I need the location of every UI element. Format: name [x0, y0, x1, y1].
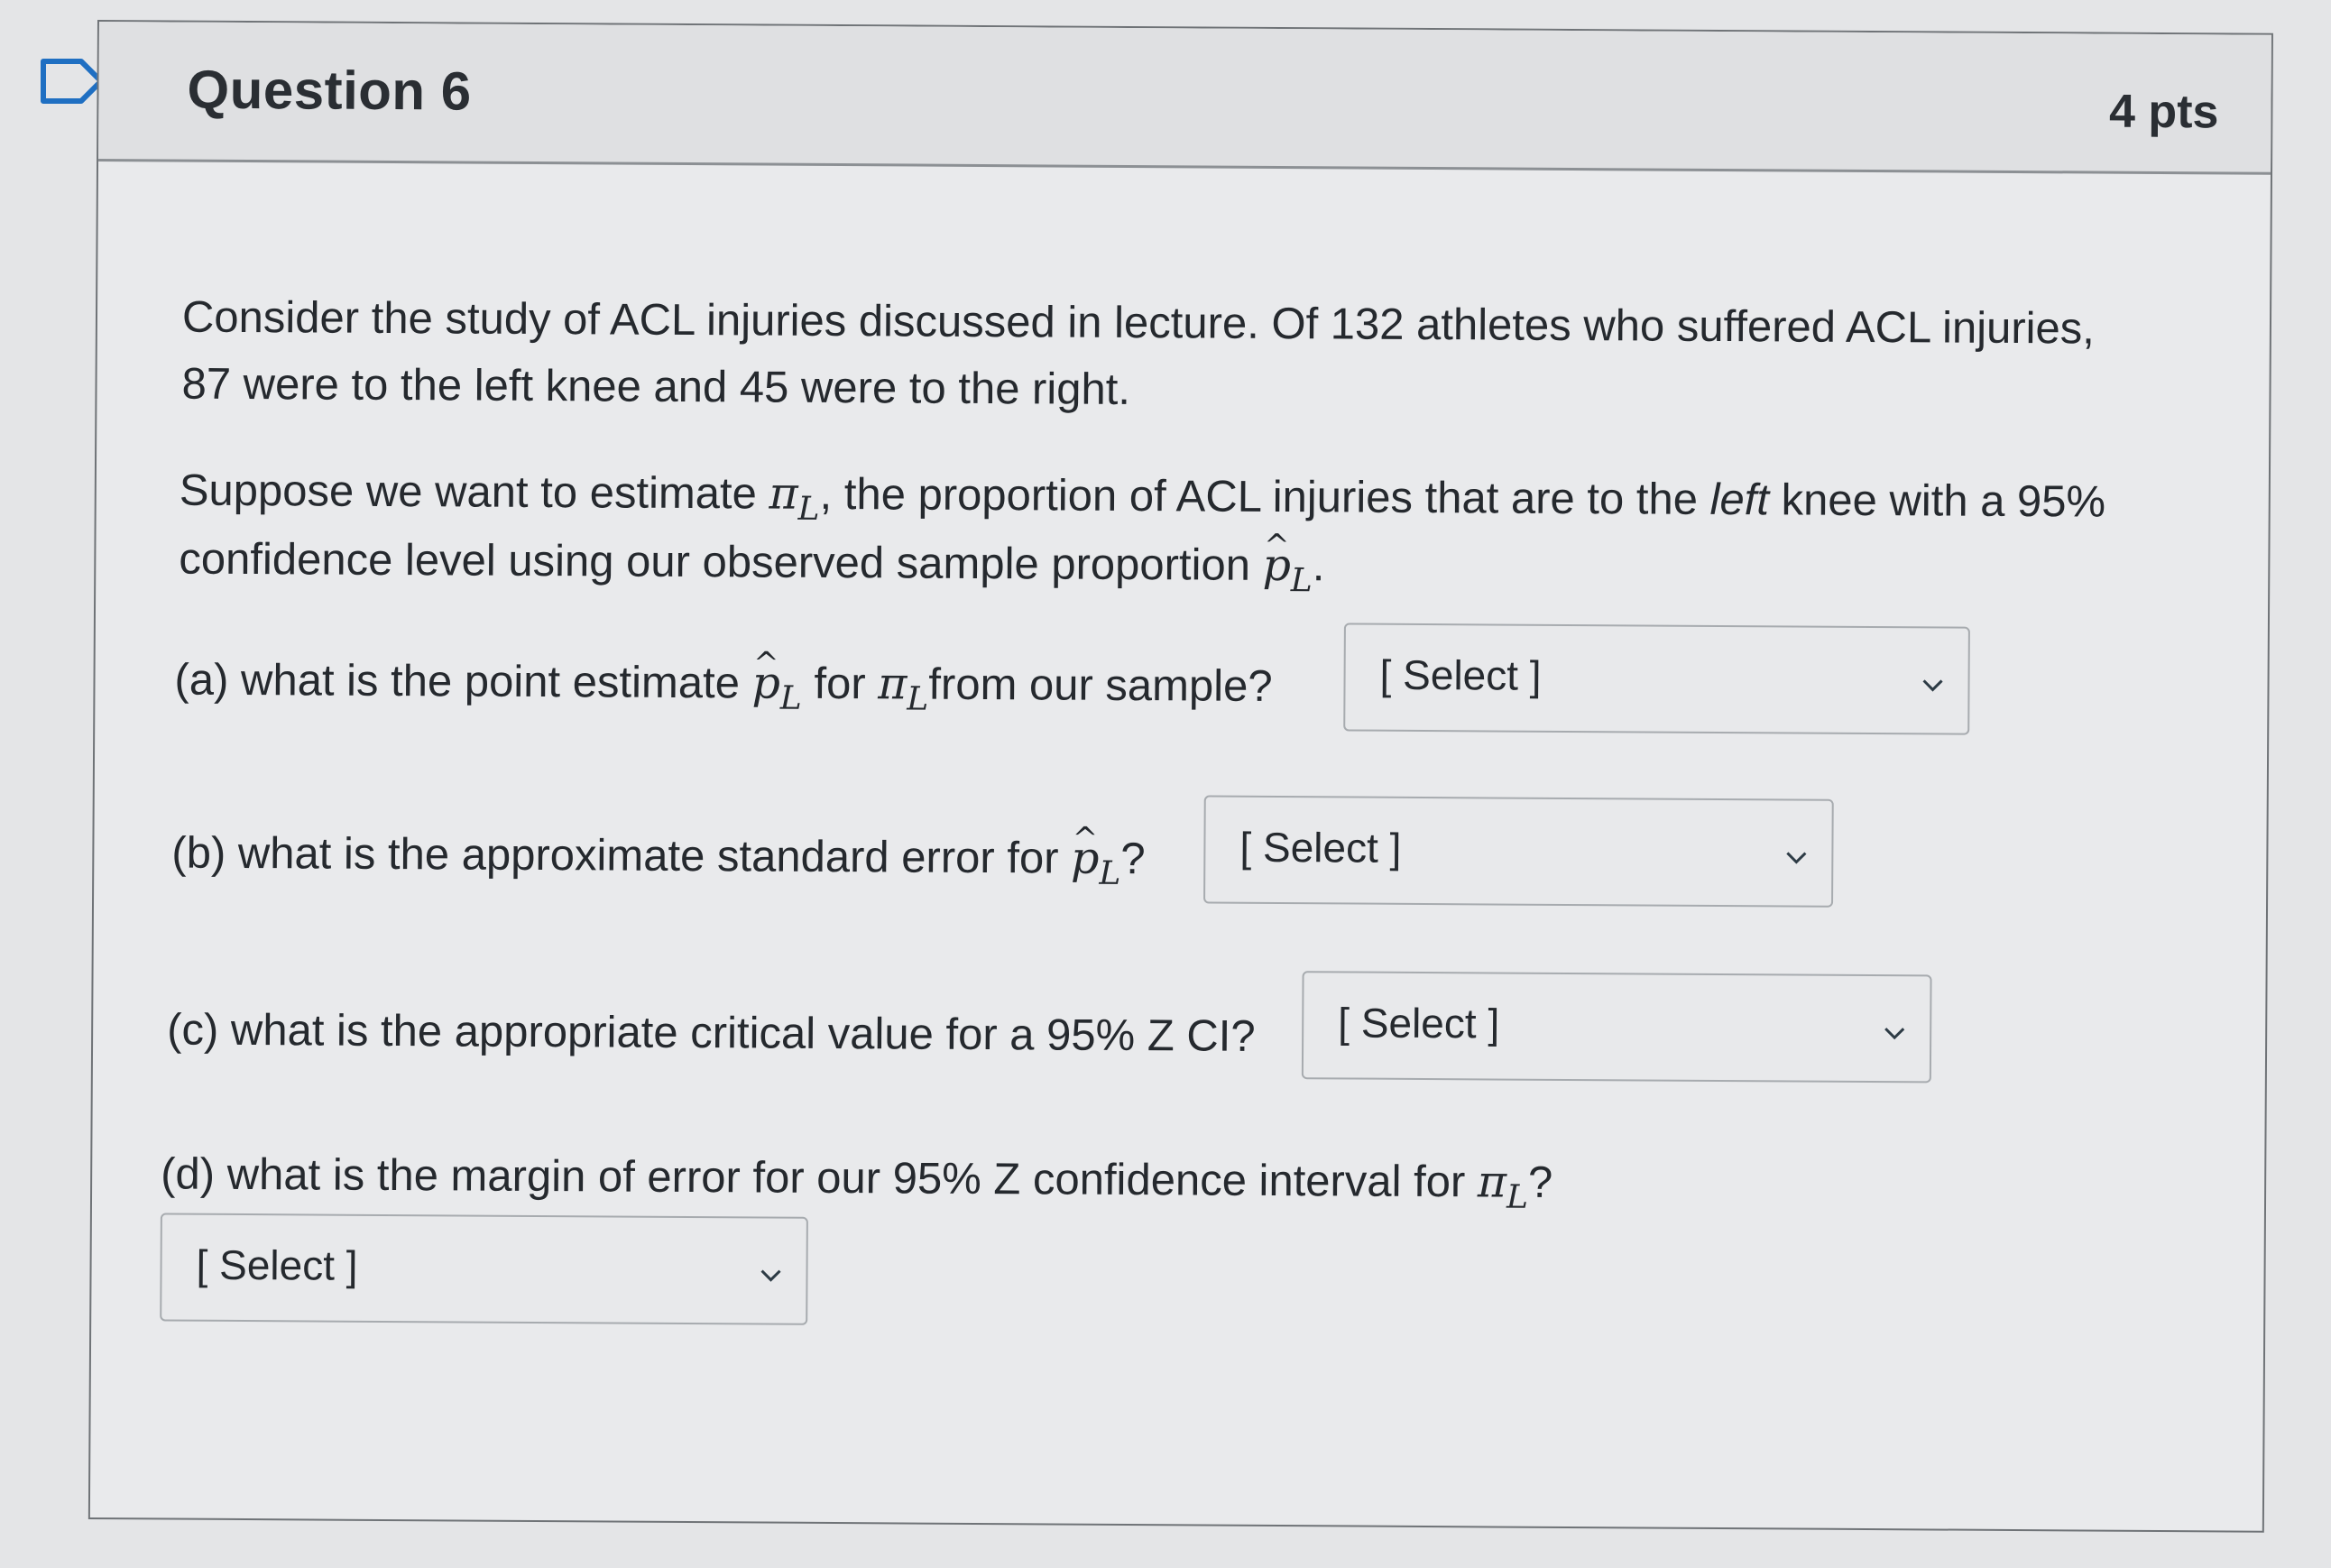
chevron-down-icon [1786, 852, 1807, 864]
part-a-text: (a) what is the point estimate [174, 655, 752, 708]
part-d-prompt: (d) what is the margin of error for our … [161, 1139, 1553, 1222]
part-b-select-value: [ Select ] [1239, 823, 1402, 872]
subscript-l: L [797, 490, 820, 528]
question-card: Question 6 4 pts Consider the study of A… [88, 20, 2273, 1533]
part-a-select[interactable]: [ Select ] [1343, 623, 1970, 735]
part-b-text: (b) what is the approximate standard err… [171, 828, 1072, 883]
part-a-text: for [801, 659, 879, 709]
question-points: 4 pts [2108, 85, 2219, 139]
pi-symbol: π [1477, 1156, 1507, 1208]
part-d-select[interactable]: [ Select ] [160, 1213, 808, 1325]
part-a-prompt: (a) what is the point estimate pL for πL… [174, 645, 1273, 726]
question-header: Question 6 4 pts [98, 22, 2271, 175]
pi-symbol: π [878, 658, 908, 710]
chevron-down-icon [760, 1269, 781, 1282]
part-b-select[interactable]: [ Select ] [1203, 795, 1834, 908]
setup-italic: left [1709, 475, 1770, 525]
part-c-text: (c) what is the appropriate critical val… [166, 1005, 1256, 1061]
setup-text: . [1312, 541, 1325, 591]
p-hat-symbol: p [1071, 824, 1100, 894]
setup-text: confidence level using our observed samp… [179, 534, 1263, 590]
part-d-text: (d) what is the margin of error for our … [161, 1149, 1479, 1207]
part-c-prompt: (c) what is the appropriate critical val… [167, 994, 1256, 1071]
intro-line-2: 87 were to the left knee and 45 were to … [181, 359, 1131, 415]
part-d-select-value: [ Select ] [196, 1241, 358, 1289]
part-b-text: ? [1120, 834, 1146, 884]
chevron-down-icon [1922, 679, 1943, 692]
subscript-l: L [1506, 1178, 1529, 1216]
part-d-text: ? [1527, 1158, 1553, 1207]
part-c-select[interactable]: [ Select ] [1301, 971, 1932, 1084]
subscript-l: L [779, 679, 802, 717]
part-a-select-value: [ Select ] [1379, 650, 1542, 699]
pi-symbol: π [769, 467, 798, 520]
setup-line-2: confidence level using our observed samp… [179, 524, 1325, 606]
subscript-l: L [907, 680, 929, 718]
p-hat-symbol: p [1262, 530, 1291, 601]
p-hat-symbol: p [751, 648, 780, 718]
question-title: Question 6 [187, 59, 472, 122]
setup-text: knee with a 95% [1768, 475, 2106, 527]
setup-text: Suppose we want to estimate [179, 466, 769, 519]
chevron-down-icon [1884, 1028, 1905, 1040]
subscript-l: L [1099, 854, 1121, 892]
part-a-text: from our sample? [928, 659, 1273, 711]
flag-question-icon[interactable] [40, 58, 105, 105]
subscript-l: L [1290, 562, 1313, 600]
part-b-prompt: (b) what is the approximate standard err… [171, 818, 1146, 899]
part-c-select-value: [ Select ] [1338, 999, 1500, 1047]
